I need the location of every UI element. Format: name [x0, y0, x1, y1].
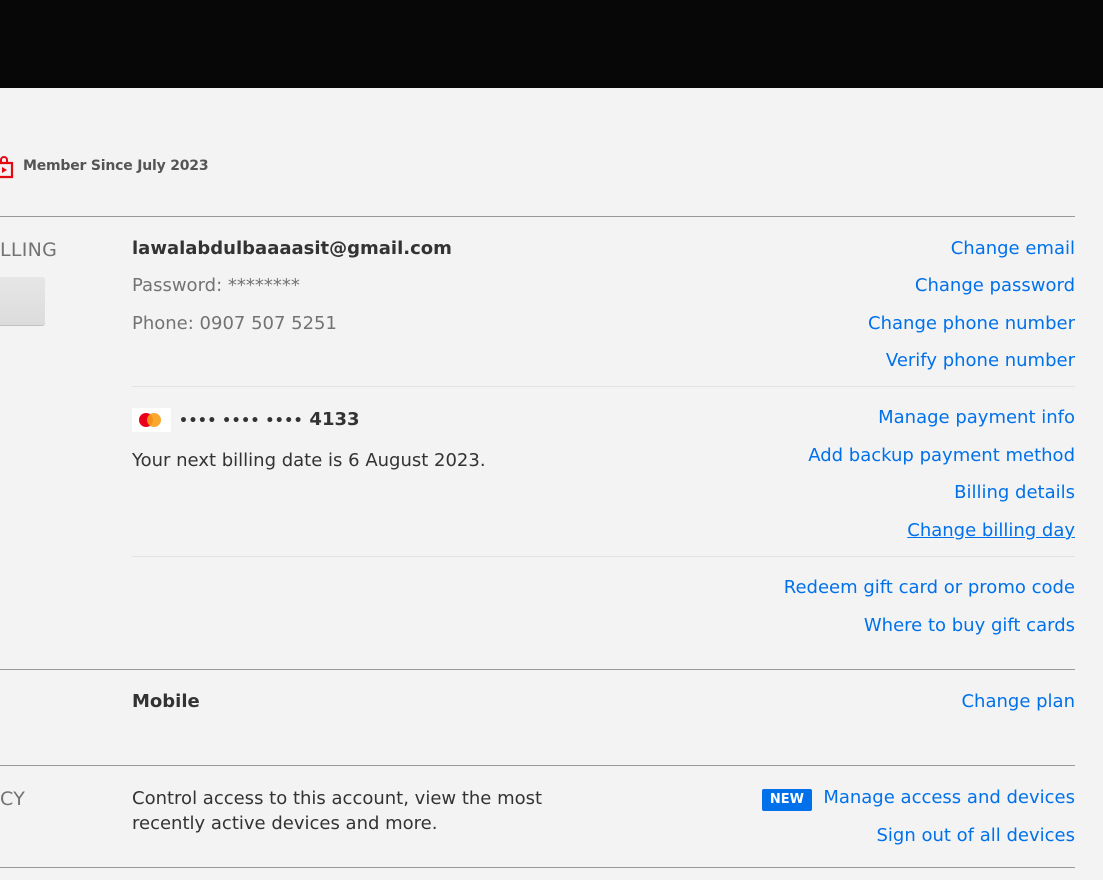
- divider: [132, 386, 1075, 387]
- cancel-membership-button[interactable]: [0, 277, 45, 325]
- change-email-link[interactable]: Change email: [951, 238, 1075, 259]
- where-to-buy-gift-cards-link[interactable]: Where to buy gift cards: [864, 615, 1075, 636]
- mastercard-icon: [132, 408, 171, 432]
- divider: [0, 765, 1075, 766]
- account-email: lawalabdulbaaaasit@gmail.com: [132, 238, 452, 259]
- change-phone-number-link[interactable]: Change phone number: [868, 313, 1075, 334]
- change-plan-link[interactable]: Change plan: [961, 691, 1075, 712]
- manage-access-devices-link[interactable]: Manage access and devices: [823, 787, 1075, 808]
- add-backup-payment-link[interactable]: Add backup payment method: [808, 445, 1075, 466]
- redeem-gift-card-link[interactable]: Redeem gift card or promo code: [784, 577, 1075, 598]
- next-billing-date: Your next billing date is 6 August 2023.: [132, 450, 486, 471]
- verify-phone-number-link[interactable]: Verify phone number: [886, 350, 1075, 371]
- new-badge: NEW: [761, 789, 812, 811]
- member-since: Member Since July 2023: [0, 153, 209, 179]
- sign-out-all-devices-link[interactable]: Sign out of all devices: [876, 825, 1075, 846]
- member-since-icon: [0, 153, 16, 179]
- card-masked-digits: •••• •••• ••••: [179, 413, 304, 429]
- account-phone: Phone: 0907 507 5251: [132, 313, 337, 334]
- security-privacy-label: CY: [0, 788, 26, 810]
- security-description: Control access to this account, view the…: [132, 788, 543, 834]
- account-password: Password: ********: [132, 275, 300, 296]
- divider: [132, 556, 1075, 557]
- divider: [0, 216, 1075, 217]
- manage-payment-info-link[interactable]: Manage payment info: [878, 407, 1075, 428]
- membership-billing-label: LLING: [0, 239, 58, 261]
- card-number: •••• •••• •••• 4133: [179, 409, 360, 430]
- change-billing-day-link[interactable]: Change billing day: [907, 520, 1075, 541]
- top-header-bar: [0, 0, 1103, 88]
- plan-name: Mobile: [132, 691, 200, 712]
- change-password-link[interactable]: Change password: [915, 275, 1075, 296]
- divider: [0, 867, 1075, 868]
- billing-details-link[interactable]: Billing details: [954, 482, 1075, 503]
- member-since-label: Member Since July 2023: [23, 158, 209, 174]
- card-last4: 4133: [309, 409, 360, 430]
- divider: [0, 669, 1075, 670]
